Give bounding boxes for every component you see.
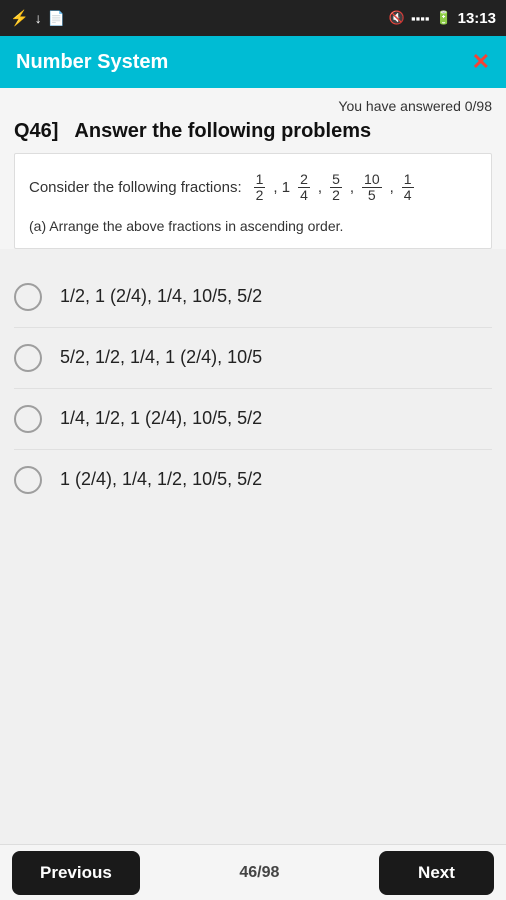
- option-row-2[interactable]: 5/2, 1/2, 1/4, 1 (2/4), 10/5: [14, 328, 492, 389]
- radio-3[interactable]: [14, 405, 42, 433]
- app-bar-title: Number System: [16, 51, 168, 74]
- page-counter: 46/98: [239, 864, 279, 882]
- radio-1[interactable]: [14, 283, 42, 311]
- status-icons-right: 🔇 ▪▪▪▪ 🔋 13:13: [389, 10, 496, 27]
- usb-icon: ⚡: [10, 9, 29, 27]
- question-title: Answer the following problems: [74, 120, 371, 142]
- radio-inner-1: [23, 292, 33, 302]
- mute-icon: 🔇: [389, 10, 405, 26]
- option-row-1[interactable]: 1/2, 1 (2/4), 1/4, 10/5, 5/2: [14, 267, 492, 328]
- option-row-3[interactable]: 1/4, 1/2, 1 (2/4), 10/5, 5/2: [14, 389, 492, 450]
- radio-2[interactable]: [14, 344, 42, 372]
- previous-button[interactable]: Previous: [12, 851, 140, 895]
- fraction-1-4: 1 4: [402, 172, 414, 204]
- battery-icon: 🔋: [435, 10, 451, 26]
- fraction-1-2: 1 2: [254, 172, 266, 204]
- download-icon: ↓: [35, 10, 42, 26]
- close-button[interactable]: ✕: [472, 49, 490, 75]
- option-text-1: 1/2, 1 (2/4), 1/4, 10/5, 5/2: [60, 286, 262, 307]
- radio-inner-3: [23, 414, 33, 424]
- radio-4[interactable]: [14, 466, 42, 494]
- status-icons-left: ⚡ ↓ 📄: [10, 9, 65, 27]
- question-header: Q46] Answer the following problems: [14, 120, 492, 143]
- option-text-3: 1/4, 1/2, 1 (2/4), 10/5, 5/2: [60, 408, 262, 429]
- question-content-area: Consider the following fractions: 1 2 , …: [14, 153, 492, 249]
- file-icon: 📄: [48, 10, 65, 27]
- app-bar: Number System ✕: [0, 36, 506, 88]
- option-row-4[interactable]: 1 (2/4), 1/4, 1/2, 10/5, 5/2: [14, 450, 492, 510]
- fraction-5-2: 5 2: [330, 172, 342, 204]
- fraction-10-5: 10 5: [362, 172, 382, 204]
- radio-inner-4: [23, 475, 33, 485]
- bottom-nav: Previous 46/98 Next: [0, 844, 506, 900]
- status-bar: ⚡ ↓ 📄 🔇 ▪▪▪▪ 🔋 13:13: [0, 0, 506, 36]
- fraction-2-4: 2 4: [298, 172, 310, 204]
- sub-question: (a) Arrange the above fractions in ascen…: [29, 218, 477, 234]
- fractions-intro-label: Consider the following fractions:: [29, 179, 242, 196]
- question-number: Q46]: [14, 120, 58, 142]
- radio-inner-2: [23, 353, 33, 363]
- signal-icon: ▪▪▪▪: [411, 11, 429, 26]
- option-text-4: 1 (2/4), 1/4, 1/2, 10/5, 5/2: [60, 469, 262, 490]
- next-button[interactable]: Next: [379, 851, 494, 895]
- status-time: 13:13: [458, 10, 496, 27]
- options-container: 1/2, 1 (2/4), 1/4, 10/5, 5/2 5/2, 1/2, 1…: [0, 267, 506, 510]
- answered-progress: You have answered 0/98: [14, 98, 492, 114]
- main-content: You have answered 0/98 Q46] Answer the f…: [0, 88, 506, 249]
- option-text-2: 5/2, 1/2, 1/4, 1 (2/4), 10/5: [60, 347, 262, 368]
- fractions-line: Consider the following fractions: 1 2 , …: [29, 172, 477, 204]
